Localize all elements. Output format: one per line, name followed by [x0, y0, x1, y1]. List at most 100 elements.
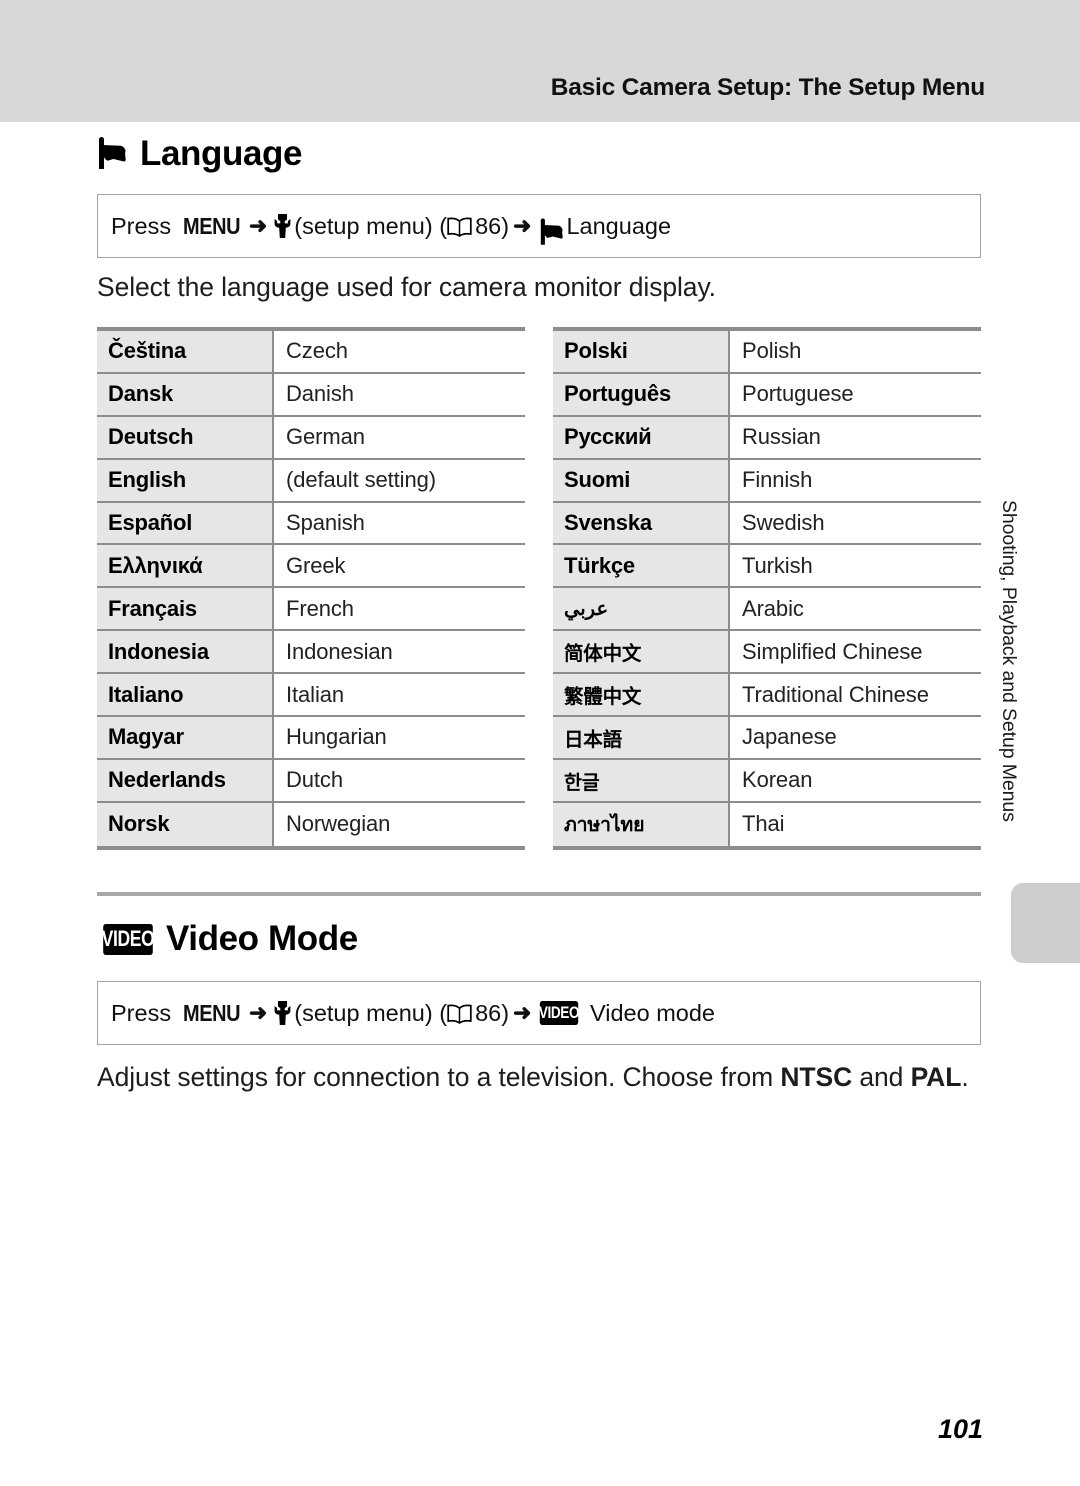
table-row: عربي Arabic: [553, 588, 981, 632]
table-row: Türkçe Turkish: [553, 545, 981, 589]
language-native-name: Русский: [553, 416, 730, 458]
language-native-name: Čeština: [97, 331, 274, 372]
language-native-name: Français: [97, 588, 274, 630]
language-native-name: Polski: [553, 331, 730, 372]
section-title-video-mode: Video Mode: [166, 919, 358, 958]
press-target-label: Language: [566, 212, 672, 239]
table-row: 简体中文 Simplified Chinese: [553, 631, 981, 675]
table-row: Magyar Hungarian: [97, 717, 525, 760]
arrow-right-icon-2: ➜: [513, 213, 532, 238]
setup-menu-label: (setup menu): [294, 212, 433, 239]
video-badge-icon: VIDEO: [102, 923, 155, 955]
language-english-name: Czech: [274, 331, 525, 372]
table-row: Čeština Czech: [97, 331, 525, 374]
section-divider: [97, 892, 981, 896]
table-row: Suomi Finnish: [553, 459, 981, 503]
language-native-name: Norsk: [97, 802, 274, 846]
video-intro-part1: Adjust settings for connection to a tele…: [97, 1062, 781, 1092]
press-prefix-video: Press: [111, 999, 172, 1026]
language-native-name: 한글: [553, 759, 730, 801]
press-target-label-video: Video mode: [590, 999, 715, 1026]
language-english-name: Spanish: [274, 502, 525, 544]
section-title-language: Language: [140, 134, 303, 173]
table-row: Norsk Norwegian: [97, 802, 525, 846]
language-native-name: 简体中文: [553, 631, 730, 673]
table-row: Dansk Danish: [97, 373, 525, 417]
press-path-box-language: Press MENU ➜ (setup menu) ( 86 ) ➜ Langu…: [97, 194, 981, 258]
language-english-name: Arabic: [730, 588, 981, 630]
table-row: ภาษาไทย Thai: [553, 802, 981, 846]
language-native-name: English: [97, 459, 274, 501]
language-native-name: ภาษาไทย: [553, 802, 730, 846]
language-english-name: Simplified Chinese: [730, 631, 981, 673]
video-intro-part2: and: [852, 1062, 911, 1092]
menu-key-label-video: MENU: [182, 999, 241, 1026]
language-table-right: Polski Polish Português Portuguese Русский Ru…: [553, 327, 981, 850]
press-path-box-video-mode: Press MENU ➜ (setup menu) ( 86 ) ➜ VIDEO…: [97, 981, 981, 1045]
table-row: 日本語 Japanese: [553, 717, 981, 760]
video-intro-pal: PAL: [910, 1062, 962, 1092]
page-number: 101: [937, 1414, 983, 1444]
language-native-name: عربي: [553, 588, 730, 630]
language-english-name: Swedish: [730, 502, 981, 544]
language-english-name: Polish: [730, 331, 981, 372]
section-heading-language: Language: [97, 134, 302, 174]
close-paren: ): [501, 212, 510, 239]
language-native-name: Italiano: [97, 674, 274, 716]
open-paren-video: (: [439, 999, 448, 1026]
language-english-name: Dutch: [274, 759, 525, 801]
language-native-name: Ελληνικά: [97, 545, 274, 587]
language-english-name: Traditional Chinese: [730, 674, 981, 716]
table-row: Ελληνικά Greek: [97, 545, 525, 589]
language-english-name: Korean: [730, 759, 981, 801]
language-english-name: German: [274, 416, 525, 458]
menu-key-label: MENU: [182, 212, 241, 239]
language-table-left: Čeština Czech Dansk Danish Deutsch German Engl…: [97, 327, 525, 850]
table-row: Svenska Swedish: [553, 502, 981, 546]
video-mode-intro-text: Adjust settings for connection to a tele…: [97, 1062, 969, 1093]
page-reference: 86: [475, 212, 502, 239]
flag-icon: [97, 137, 127, 171]
language-native-name: Nederlands: [97, 759, 274, 801]
table-row: Français French: [97, 588, 525, 632]
language-native-name: 繁體中文: [553, 674, 730, 716]
language-native-name: Indonesia: [97, 631, 274, 673]
language-english-name: Japanese: [730, 717, 981, 758]
language-native-name: 日本語: [553, 717, 730, 758]
table-row: Italiano Italian: [97, 674, 525, 718]
book-icon-2: [447, 1003, 472, 1025]
table-row: Indonesia Indonesian: [97, 631, 525, 675]
language-english-name: Turkish: [730, 545, 981, 587]
page-content: Language Press MENU ➜ (setup menu) ( 86 …: [0, 122, 1080, 1486]
setup-menu-label-video: (setup menu): [294, 999, 433, 1026]
book-icon: [447, 216, 472, 238]
language-english-name: Hungarian: [274, 717, 525, 758]
language-native-name: Svenska: [553, 502, 730, 544]
language-english-name: Danish: [274, 373, 525, 415]
table-row: Polski Polish: [553, 331, 981, 374]
video-badge-icon-inline: VIDEO: [539, 1001, 580, 1025]
table-row: Русский Russian: [553, 416, 981, 460]
video-intro-ntsc: NTSC: [780, 1062, 853, 1092]
page-header-band: Basic Camera Setup: The Setup Menu: [0, 0, 1080, 122]
arrow-right-icon: ➜: [248, 213, 268, 238]
header-title: Basic Camera Setup: The Setup Menu: [550, 74, 985, 101]
section-heading-video-mode: VIDEO Video Mode: [97, 919, 359, 959]
language-english-name: Portuguese: [730, 373, 981, 415]
table-row: Português Portuguese: [553, 373, 981, 417]
language-english-name: French: [274, 588, 525, 630]
press-prefix: Press: [111, 212, 172, 239]
language-native-name: Magyar: [97, 717, 274, 758]
language-english-name: (default setting): [274, 459, 525, 501]
arrow-right-icon-3: ➜: [248, 1000, 268, 1025]
language-english-name: Indonesian: [274, 631, 525, 673]
language-native-name: Deutsch: [97, 416, 274, 458]
language-english-name: Italian: [274, 674, 525, 716]
open-paren: (: [439, 212, 448, 239]
language-english-name: Norwegian: [274, 802, 525, 846]
close-paren-video: ): [501, 999, 510, 1026]
video-intro-part3: .: [961, 1062, 969, 1092]
side-tab-label: Shooting, Playback and Setup Menus: [998, 500, 1020, 822]
language-english-name: Thai: [730, 802, 981, 846]
table-row: Deutsch German: [97, 416, 525, 460]
